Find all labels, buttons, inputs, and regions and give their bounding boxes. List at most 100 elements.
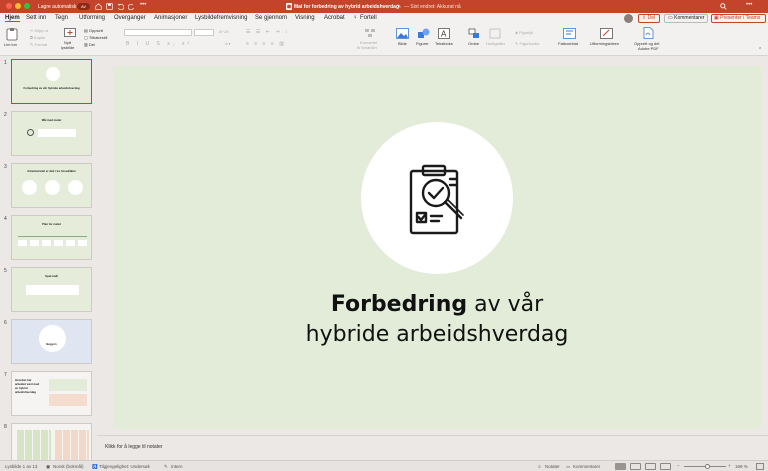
- thumbnail-title: Spørsmål: [45, 274, 58, 278]
- list-buttons[interactable]: ☰ ☰ ⇤ ⇥ ↕: [246, 29, 289, 35]
- slide-thumbnail-5[interactable]: Spørsmål: [11, 267, 92, 312]
- slide-number: 4: [4, 216, 7, 222]
- comments-toggle[interactable]: Kommentarer: [573, 464, 600, 469]
- notes-placeholder[interactable]: Klikk for å legge til notater: [105, 444, 163, 450]
- slide-thumbnail-pane[interactable]: 1 Forbedring av vår hybride arbeidshverd…: [0, 56, 97, 460]
- shape-fill-button[interactable]: ◈ Figurfyll: [515, 30, 533, 35]
- font-grow-icon[interactable]: A^ A˅: [219, 29, 229, 34]
- more-icon[interactable]: •••: [140, 2, 146, 8]
- layout-button[interactable]: ▤ Oppsett: [84, 28, 103, 33]
- spellcheck-icon[interactable]: ▣: [46, 464, 50, 470]
- copy-label: Kopier: [33, 35, 46, 40]
- designer-icon[interactable]: [600, 28, 613, 39]
- notes-pane[interactable]: Klikk for å legge til notater: [97, 435, 768, 460]
- reading-view-button[interactable]: [645, 463, 656, 470]
- tab-overganger[interactable]: Overganger: [114, 15, 146, 21]
- accessibility-status[interactable]: Tilgjengelighet: Undersøk: [99, 464, 150, 469]
- save-icon[interactable]: [106, 3, 113, 10]
- new-slide-icon[interactable]: [64, 28, 76, 38]
- copy-button[interactable]: ⧉ Kopier: [30, 35, 46, 40]
- search-icon[interactable]: [720, 2, 727, 10]
- adobe-pdf-icon[interactable]: [643, 27, 654, 39]
- format-painter-button[interactable]: ✎ Format: [30, 42, 47, 47]
- slide-title[interactable]: Forbedring av vår hybride arbeidshverdag: [113, 290, 761, 350]
- new-slide-label-2[interactable]: lysbilde: [61, 45, 74, 50]
- smartart-icon[interactable]: [364, 28, 376, 38]
- picture-button[interactable]: Bilde: [398, 41, 407, 46]
- slide-number: 1: [4, 60, 7, 66]
- tab-tegn[interactable]: Tegn: [55, 15, 68, 21]
- zoom-slider-handle[interactable]: [705, 463, 710, 469]
- slide-thumbnail-3[interactable]: Arbeidsmøtet er delt i tre hovedåkter: [11, 163, 92, 208]
- textbox-button[interactable]: Tekstboks: [435, 41, 453, 46]
- tab-se-gjennom[interactable]: Se gjennom: [255, 15, 287, 21]
- font-style-buttons[interactable]: B I U S x₂ x²: [126, 41, 192, 47]
- undo-icon[interactable]: [117, 3, 124, 10]
- quick-styles-icon[interactable]: [489, 28, 501, 39]
- tab-sett-inn[interactable]: Sett inn: [26, 15, 46, 21]
- home-icon[interactable]: [95, 3, 102, 10]
- quick-styles-button[interactable]: Hurtigstiler: [486, 41, 505, 46]
- fit-to-window-button[interactable]: [756, 463, 764, 470]
- shapes-button[interactable]: Figurer: [416, 41, 429, 46]
- avatar[interactable]: [624, 14, 633, 23]
- design-ideas-icon[interactable]: [563, 28, 576, 39]
- comments-icon: ▭: [566, 463, 571, 469]
- shapes-icon[interactable]: [417, 28, 430, 39]
- tab-acrobat[interactable]: Acrobat: [324, 15, 345, 21]
- minimize-window-button[interactable]: [15, 3, 21, 9]
- thumbnail-timeline-items: [18, 240, 87, 246]
- sensitivity-label[interactable]: Intern: [171, 464, 183, 469]
- arrange-icon[interactable]: [468, 28, 480, 39]
- slide-sorter-button[interactable]: [630, 463, 641, 470]
- align-buttons[interactable]: ≡ ≡ ≡ ≡ ▥: [246, 41, 286, 47]
- zoom-out-button[interactable]: −: [677, 463, 680, 468]
- ppt-file-icon: [286, 3, 292, 10]
- notes-toggle[interactable]: Notater: [545, 464, 560, 469]
- comments-button[interactable]: ▭ Kommentarer: [664, 14, 708, 23]
- tab-visning[interactable]: Visning: [295, 15, 315, 21]
- language-status[interactable]: Norsk (bokmål): [53, 464, 84, 469]
- section-button[interactable]: ▥ Del: [84, 42, 95, 47]
- slide-thumbnail-6[interactable]: Begynn: [11, 319, 92, 364]
- arrange-button[interactable]: Ordne: [468, 41, 479, 46]
- autosave-toggle[interactable]: AV: [77, 2, 90, 10]
- tab-animasjoner[interactable]: Animasjoner: [154, 15, 187, 21]
- design-ideas-button[interactable]: Fattcombat: [558, 41, 578, 46]
- slide-thumbnail-8[interactable]: [11, 423, 92, 460]
- tab-lysbildefremvisning[interactable]: Lysbildefremvisning: [195, 15, 247, 21]
- more-options-icon[interactable]: •••: [746, 2, 752, 8]
- slide-thumbnail-4[interactable]: Plan for møtet: [11, 215, 92, 260]
- tab-hjem[interactable]: Hjem: [5, 15, 20, 22]
- shape-outline-button[interactable]: ✎ Figurkontur: [515, 41, 540, 46]
- paste-icon[interactable]: [6, 27, 18, 41]
- convert-smartart-label-2[interactable]: til SmartArt: [357, 45, 377, 50]
- picture-icon[interactable]: [396, 28, 409, 39]
- font-color-icon[interactable]: A ▾: [225, 41, 231, 46]
- slide-thumbnail-7[interactable]: Hvordan har arbeidet vært med en hybrid …: [11, 371, 92, 416]
- normal-view-button[interactable]: [615, 463, 626, 470]
- thumbnail-circle: [22, 180, 37, 195]
- reset-button[interactable]: ▢ Tilbakestill: [84, 35, 107, 40]
- slideshow-button[interactable]: [660, 463, 671, 470]
- cut-button[interactable]: ✂ Klipp ut: [30, 28, 48, 33]
- slide-thumbnail-2[interactable]: Mål med møtet: [11, 111, 92, 156]
- close-window-button[interactable]: [6, 3, 12, 9]
- slide-canvas[interactable]: Forbedring av vår hybride arbeidshverdag: [113, 66, 761, 429]
- redo-icon[interactable]: [128, 3, 135, 10]
- designer-button[interactable]: Utformingsideen: [590, 41, 619, 46]
- zoom-level[interactable]: 169 %: [735, 464, 748, 469]
- zoom-window-button[interactable]: [24, 3, 30, 9]
- slide-thumbnail-1[interactable]: Forbedring av vår hybride arbeidshverdag: [11, 59, 92, 104]
- zoom-in-button[interactable]: +: [728, 463, 731, 468]
- collapse-ribbon-icon[interactable]: ⌃: [758, 47, 762, 53]
- paste-button[interactable]: Lim inn: [4, 42, 17, 47]
- share-button[interactable]: ⇪ Del: [638, 14, 660, 23]
- tab-fortell[interactable]: Fortell: [360, 15, 377, 21]
- font-name-input[interactable]: [124, 29, 192, 36]
- textbox-icon[interactable]: A: [438, 28, 450, 39]
- font-size-input[interactable]: [194, 29, 214, 36]
- present-in-teams-button[interactable]: ▣ Presenter i Teams: [711, 14, 766, 23]
- tab-utforming[interactable]: Utforming: [79, 15, 105, 21]
- thumbnail-circle: [46, 67, 60, 81]
